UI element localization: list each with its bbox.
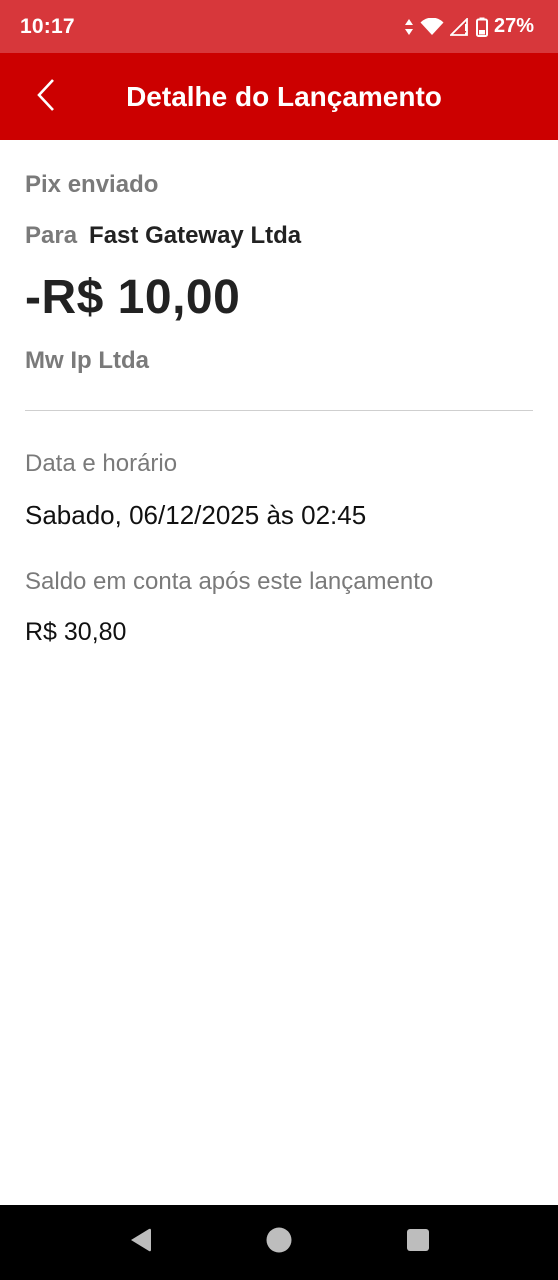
screen: 10:17 27% Detalhe do Lançamento Pix envi… bbox=[0, 0, 558, 1280]
balance-value: R$ 30,80 bbox=[25, 618, 127, 646]
battery-percent: 27% bbox=[493, 15, 534, 37]
date-value: Sabado, 06/12/2025 às 02:45 bbox=[25, 500, 367, 530]
status-icons: 27% bbox=[404, 15, 534, 38]
signal-icon bbox=[449, 17, 470, 36]
back-triangle-icon bbox=[128, 1227, 152, 1258]
recipient-row: Para Fast Gateway Ltda bbox=[25, 222, 301, 250]
system-nav-bar bbox=[0, 1205, 558, 1280]
app-bar: Detalhe do Lançamento bbox=[0, 53, 558, 140]
divider bbox=[25, 410, 533, 411]
status-bar: 10:17 27% bbox=[0, 0, 558, 53]
balance-label: Saldo em conta após este lançamento bbox=[25, 568, 434, 595]
transaction-type: Pix enviado bbox=[25, 171, 159, 198]
recipient-name: Fast Gateway Ltda bbox=[89, 222, 302, 249]
recipient-prefix: Para bbox=[25, 222, 78, 249]
transaction-amount: -R$ 10,00 bbox=[25, 271, 241, 324]
recipient-institution: Mw Ip Ltda bbox=[25, 347, 149, 374]
home-circle-icon bbox=[265, 1226, 293, 1259]
recents-square-icon bbox=[406, 1228, 430, 1257]
page-title: Detalhe do Lançamento bbox=[126, 80, 442, 112]
nav-recents-button[interactable] bbox=[383, 1205, 453, 1280]
nav-back-button[interactable] bbox=[105, 1205, 175, 1280]
nav-home-button[interactable] bbox=[244, 1205, 314, 1280]
wifi-icon bbox=[420, 17, 444, 36]
status-time: 10:17 bbox=[20, 14, 75, 38]
data-arrows-icon bbox=[404, 18, 414, 36]
date-label: Data e horário bbox=[25, 450, 178, 477]
battery-icon bbox=[475, 17, 488, 37]
